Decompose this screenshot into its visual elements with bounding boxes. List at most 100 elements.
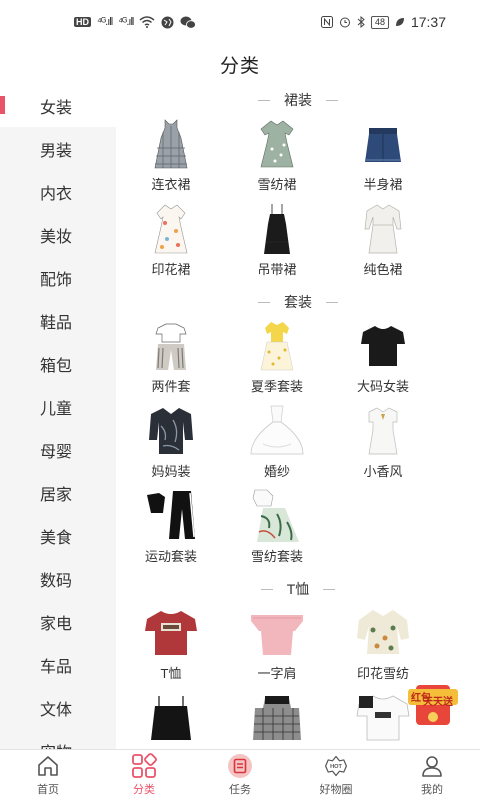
home-icon [35, 753, 61, 779]
subcategory-label: T恤 [160, 666, 182, 681]
sidebar-item[interactable]: 美食 [0, 514, 116, 557]
task-icon [227, 753, 253, 779]
subcategory-item[interactable]: 半身裙 [330, 116, 436, 201]
section-title-text: 裙装 [284, 92, 312, 108]
sidebar-item-label: 文体 [40, 701, 73, 719]
sidebar-item[interactable]: 美妆 [0, 213, 116, 256]
section-title-text: T恤 [286, 581, 310, 597]
subcategory-label: 半身裙 [363, 177, 403, 192]
tab-label: 我的 [421, 784, 443, 796]
subcategory-item[interactable]: 一字肩 [224, 605, 330, 690]
subcategory-item[interactable]: 雪纺裙 [224, 116, 330, 201]
wechat-icon [180, 16, 197, 29]
subcategory-label: 一字肩 [257, 666, 297, 681]
subcategory-item[interactable]: 两件套 [118, 318, 224, 403]
promo-line2: 天天送 [423, 697, 453, 708]
alarm-icon [339, 17, 350, 28]
tab-label: 任务 [229, 784, 251, 796]
subcategory-item[interactable]: 婚纱 [224, 403, 330, 488]
sidebar-item[interactable]: 宠物 [0, 729, 116, 750]
mom-blouse-icon [143, 403, 199, 459]
sidebar-item[interactable]: 内衣 [0, 170, 116, 213]
wedding-gown-icon [249, 403, 305, 459]
subcategory-label: 印花雪纺 [356, 666, 409, 681]
subcategory-label: 纯色裙 [363, 262, 403, 277]
page-header: 分类 [0, 44, 480, 84]
sidebar-item[interactable]: 箱包 [0, 342, 116, 385]
tab-hot-circle[interactable]: HOT 好物圈 [288, 750, 384, 800]
subcategory-item[interactable]: 吊带裙 [224, 201, 330, 286]
sidebar-item[interactable]: 居家 [0, 471, 116, 514]
signal-icon: ⁴ᴳ.ıll [97, 16, 113, 28]
sidebar-item-label: 男装 [40, 142, 73, 160]
sidebar-item[interactable]: 配饰 [0, 256, 116, 299]
subcategory-item[interactable]: 妈妈装 [118, 403, 224, 488]
section-title: 裙装 [116, 84, 480, 116]
subcategory-item[interactable]: T恤 [118, 605, 224, 690]
sidebar-item-label: 家电 [40, 615, 73, 633]
section-title-text: 套装 [284, 294, 312, 310]
tab-label: 好物圈 [319, 784, 353, 796]
plaid-top-icon [249, 690, 305, 746]
subcategory-item[interactable]: 大码女装 [330, 318, 436, 403]
page-title: 分类 [219, 55, 260, 77]
category-sidebar[interactable]: 女装男装内衣美妆配饰鞋品箱包儿童母婴居家美食数码家电车品文体宠物 [0, 84, 116, 749]
plaid-dress-icon [143, 116, 199, 172]
sidebar-item-label: 美妆 [40, 228, 73, 246]
red-packet-promo[interactable]: 红包 天天送 [408, 683, 458, 729]
sidebar-item[interactable]: 鞋品 [0, 299, 116, 342]
bottom-tab-bar: 首页 分类 任务 HOT 好物圈 我的 [0, 749, 480, 800]
sidebar-item[interactable]: 儿童 [0, 385, 116, 428]
sidebar-item-label: 鞋品 [40, 314, 73, 332]
sidebar-item[interactable]: 车品 [0, 643, 116, 686]
sidebar-item[interactable]: 母婴 [0, 428, 116, 471]
status-bar: HD ⁴ᴳ.ıll ⁴ᴳ.ıll 48 17:37 [0, 0, 480, 44]
svg-text:HOT: HOT [330, 764, 342, 770]
globe-icon [161, 16, 174, 28]
tab-home[interactable]: 首页 [0, 750, 96, 800]
sidebar-item[interactable]: 数码 [0, 557, 116, 600]
sidebar-item-label: 居家 [40, 486, 73, 504]
section-title: T恤 [116, 573, 480, 605]
subcategory-item[interactable]: 夏季套装 [224, 318, 330, 403]
subcategory-item[interactable] [224, 690, 330, 749]
sidebar-item-label: 美食 [40, 529, 73, 547]
subcategory-label: 两件套 [151, 379, 191, 394]
print-dress-icon [143, 201, 199, 257]
sidebar-item-label: 儿童 [40, 400, 73, 418]
signal-icon-2: ⁴ᴳ.ıll [118, 16, 134, 28]
summer-set-icon [249, 318, 305, 374]
subcategory-item[interactable]: 印花雪纺 [330, 605, 436, 690]
divider [326, 301, 338, 303]
sidebar-item[interactable]: 男装 [0, 127, 116, 170]
subcategory-grid: 连衣裙 雪纺裙 半身裙印花裙 吊带裙 纯色裙 [116, 116, 480, 286]
sidebar-item[interactable]: 家电 [0, 600, 116, 643]
sidebar-item-label: 箱包 [40, 357, 73, 375]
subcategory-panel[interactable]: 裙装连衣裙 雪纺裙 半身裙印花裙 吊带裙 纯色裙套装两件套 夏季套装 大码女装妈妈装 婚纱 小香… [116, 84, 480, 749]
tab-profile[interactable]: 我的 [384, 750, 480, 800]
subcategory-item[interactable]: 印花裙 [118, 201, 224, 286]
slip-dress-icon [249, 201, 305, 257]
subcategory-item[interactable]: 运动套装 [118, 488, 224, 573]
subcategory-item[interactable]: 纯色裙 [330, 201, 436, 286]
two-piece-icon [143, 318, 199, 374]
leaf-icon [395, 18, 404, 26]
subcategory-item[interactable] [118, 690, 224, 749]
subcategory-label: 婚纱 [263, 464, 290, 479]
sidebar-item[interactable]: 女装 [0, 84, 116, 127]
subcategory-label: 雪纺套装 [250, 549, 303, 564]
divider [323, 588, 336, 590]
subcategory-item[interactable]: 小香风 [330, 403, 436, 488]
subcategory-item[interactable]: 雪纺套装 [224, 488, 330, 573]
chiffon-set-icon [249, 488, 305, 544]
section-title: 套装 [116, 286, 480, 318]
tab-task[interactable]: 任务 [192, 750, 288, 800]
white-mini-dress-icon [355, 403, 411, 459]
sidebar-item[interactable]: 文体 [0, 686, 116, 729]
subcategory-item[interactable]: 连衣裙 [118, 116, 224, 201]
tab-category[interactable]: 分类 [96, 750, 192, 800]
status-right: 48 17:37 [320, 14, 446, 30]
subcategory-label: 吊带裙 [257, 262, 297, 277]
subcategory-label: 妈妈装 [151, 464, 191, 479]
subcategory-label: 小香风 [363, 464, 403, 479]
